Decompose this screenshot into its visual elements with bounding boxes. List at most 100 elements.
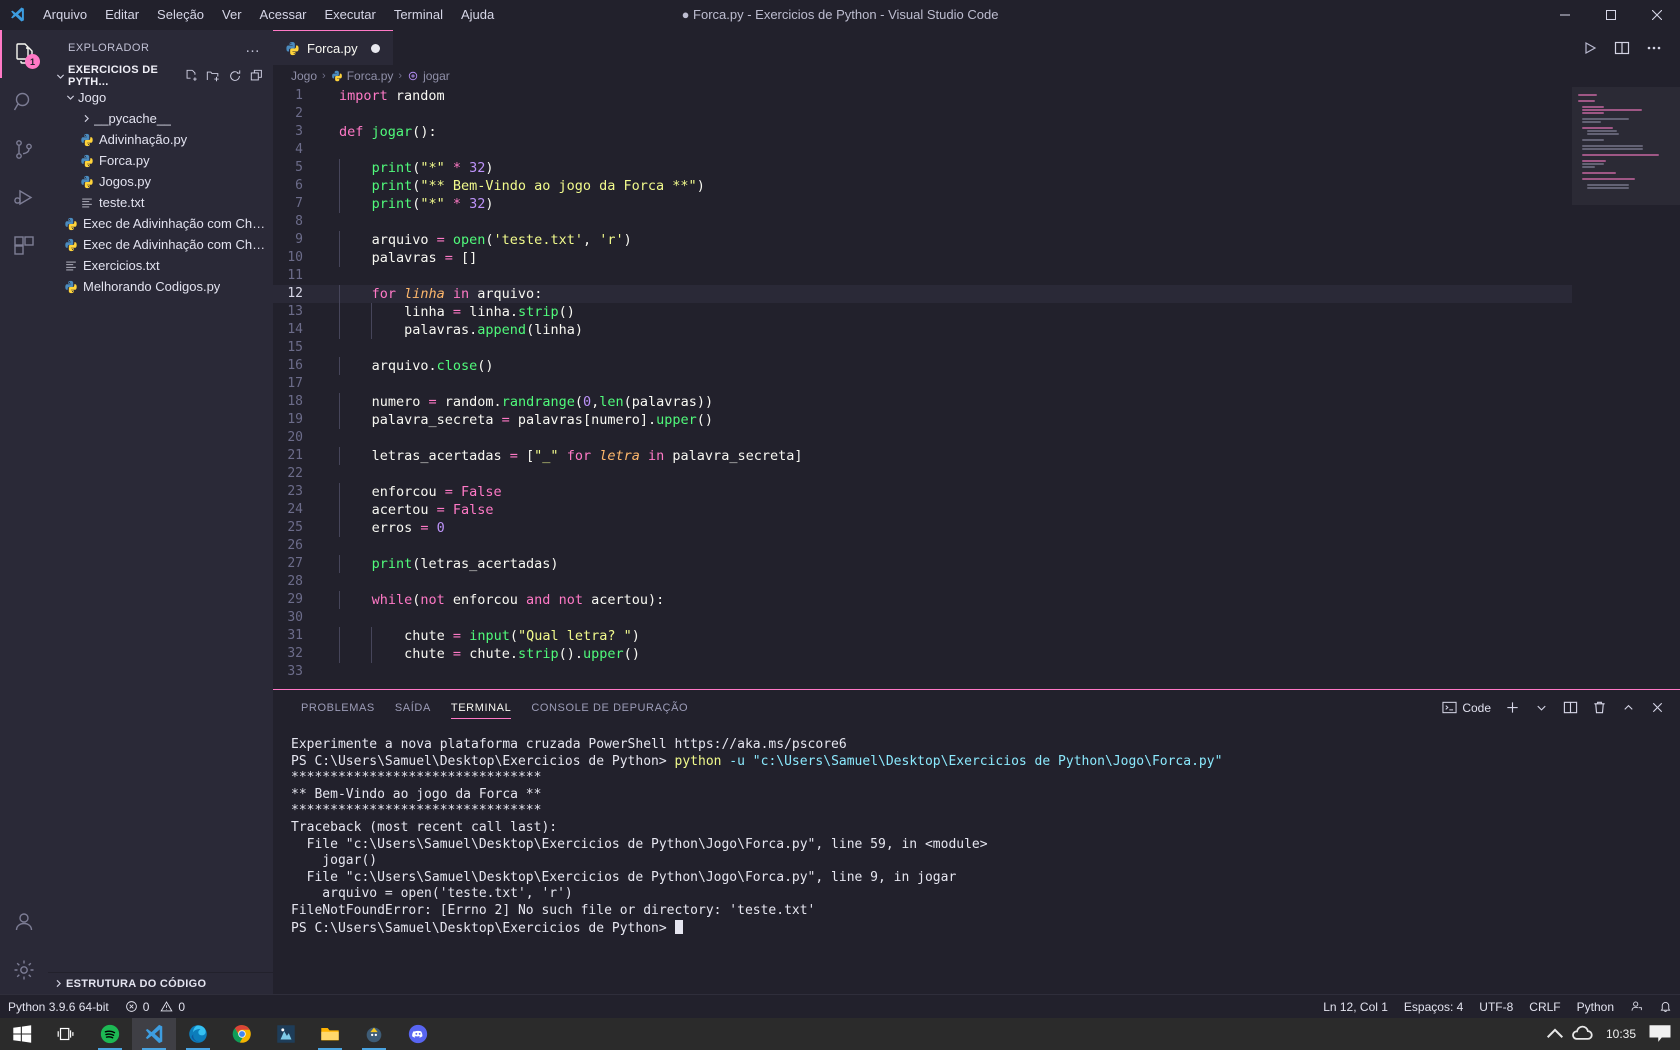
- split-terminal-icon[interactable]: [1557, 695, 1583, 721]
- maximize-panel-icon[interactable]: [1615, 695, 1641, 721]
- new-file-icon[interactable]: [181, 66, 201, 86]
- kill-terminal-icon[interactable]: [1586, 695, 1612, 721]
- code-text: acertou = False: [321, 501, 494, 519]
- status-encoding[interactable]: UTF-8: [1471, 995, 1521, 1019]
- panel-tab-console-depuracao[interactable]: CONSOLE DE DEPURAÇÃO: [521, 690, 698, 725]
- chevron-right-icon: [78, 111, 94, 127]
- panel-tab-terminal[interactable]: TERMINAL: [441, 690, 521, 725]
- code-editor[interactable]: 1 import random 2 3 def jogar(): 4 5 print("*"…: [273, 87, 1680, 689]
- outline-section-header[interactable]: ESTRUTURA DO CÓDIGO: [48, 972, 273, 994]
- start-button-windows-logo-icon[interactable]: [0, 1018, 44, 1050]
- tab-label: Forca.py: [307, 40, 358, 56]
- activitybar-run-debug[interactable]: [0, 174, 48, 222]
- minimap-slider[interactable]: [1572, 87, 1680, 205]
- tree-item-jogos-py[interactable]: Jogos.py: [48, 171, 273, 192]
- menu-ajuda[interactable]: Ajuda: [452, 0, 503, 30]
- status-indentation[interactable]: Espaços: 4: [1396, 995, 1471, 1019]
- taskbar-vscode-icon[interactable]: [132, 1018, 176, 1050]
- maximize-button[interactable]: [1588, 0, 1634, 30]
- activitybar-source-control[interactable]: [0, 126, 48, 174]
- tree-item-exec-adivinhacao-1[interactable]: Exec de Adivinhação com Chances...: [48, 213, 273, 234]
- minimize-button[interactable]: [1542, 0, 1588, 30]
- tree-item-jogo[interactable]: Jogo: [48, 87, 273, 108]
- terminal-output[interactable]: Experimente a nova plataforma cruzada Po…: [273, 725, 1680, 994]
- breadcrumb-forca-py[interactable]: Forca.py: [331, 69, 393, 83]
- status-feedback-icon[interactable]: [1622, 995, 1651, 1019]
- terminal-dropdown-icon[interactable]: [1528, 695, 1554, 721]
- terminal-line: PS C:\Users\Samuel\Desktop\Exercicios de…: [291, 753, 1223, 769]
- status-eol[interactable]: CRLF: [1521, 995, 1568, 1019]
- breadcrumb-jogo[interactable]: Jogo: [291, 69, 317, 83]
- status-notifications-bell-icon[interactable]: [1651, 995, 1680, 1019]
- tree-item-pycache[interactable]: __pycache__: [48, 108, 273, 129]
- terminal-line: ********************************: [291, 803, 542, 819]
- tree-item-melhorando-codigos-py[interactable]: Melhorando Codigos.py: [48, 276, 273, 297]
- taskbar-chrome-icon[interactable]: [220, 1018, 264, 1050]
- explorer-root-folder[interactable]: EXERCICIOS DE PYTH...: [48, 64, 273, 88]
- sidebar-more-icon[interactable]: …: [245, 39, 261, 56]
- status-python-version[interactable]: Python 3.9.6 64-bit: [0, 995, 117, 1019]
- activitybar-explorer[interactable]: 1: [0, 30, 48, 78]
- minimap[interactable]: [1572, 87, 1680, 689]
- split-editor-icon[interactable]: [1608, 34, 1636, 62]
- tray-chevron-up-icon[interactable]: [1542, 1018, 1568, 1050]
- taskbar-file-explorer-folder-icon[interactable]: [308, 1018, 352, 1050]
- notification-center-icon[interactable]: [1646, 1018, 1674, 1050]
- new-folder-icon[interactable]: [203, 66, 223, 86]
- taskbar-clock[interactable]: 10:35: [1596, 1018, 1646, 1050]
- run-python-file-icon[interactable]: [1576, 34, 1604, 62]
- new-terminal-icon[interactable]: [1499, 695, 1525, 721]
- menu-terminal[interactable]: Terminal: [385, 0, 452, 30]
- status-errors[interactable]: 0 0: [117, 995, 193, 1019]
- status-language-mode[interactable]: Python: [1569, 995, 1622, 1019]
- menu-acessar[interactable]: Acessar: [251, 0, 316, 30]
- tree-item-exec-adivinhacao-2[interactable]: Exec de Adivinhação com Chances...: [48, 234, 273, 255]
- tab-dirty-indicator[interactable]: [370, 43, 380, 53]
- tree-item-exercicios-txt[interactable]: Exercicios.txt: [48, 255, 273, 276]
- activitybar-settings-gear-icon[interactable]: [0, 946, 48, 994]
- activitybar-extensions[interactable]: [0, 222, 48, 270]
- tab-forca-py[interactable]: Forca.py: [273, 30, 393, 65]
- taskbar-spotify-icon[interactable]: [88, 1018, 132, 1050]
- status-warning-count: 0: [178, 999, 186, 1014]
- collapse-all-icon[interactable]: [247, 66, 267, 86]
- line-number: 31: [287, 628, 303, 643]
- close-button[interactable]: [1634, 0, 1680, 30]
- menu-editar[interactable]: Editar: [96, 0, 148, 30]
- taskbar-edge-icon[interactable]: [176, 1018, 220, 1050]
- tray-onedrive-icon[interactable]: [1570, 1018, 1596, 1050]
- file-tree: Jogo __pycache__ Adivinhação.py Forca.py…: [48, 87, 273, 297]
- refresh-icon[interactable]: [225, 66, 245, 86]
- taskbar-krita-icon[interactable]: [264, 1018, 308, 1050]
- breadcrumb-symbol-jogar[interactable]: jogar: [407, 69, 450, 83]
- taskbar-app-icon[interactable]: [352, 1018, 396, 1050]
- panel-tab-saida[interactable]: SAÍDA: [385, 690, 441, 725]
- more-actions-icon[interactable]: [1640, 34, 1668, 62]
- activitybar-search[interactable]: [0, 78, 48, 126]
- code-line: 18 numero = random.randrange(0,len(palav…: [273, 393, 1572, 411]
- line-number: 17: [287, 376, 303, 391]
- code-scroll-area[interactable]: 1 import random 2 3 def jogar(): 4 5 print("*"…: [273, 87, 1572, 689]
- task-view-icon[interactable]: [44, 1018, 88, 1050]
- terminal-selector[interactable]: Code: [1437, 700, 1496, 715]
- python-file-icon: [62, 238, 80, 252]
- status-cursor-position[interactable]: Ln 12, Col 1: [1315, 995, 1396, 1019]
- code-line: 2: [273, 105, 1572, 123]
- menu-arquivo[interactable]: Arquivo: [34, 0, 96, 30]
- indent-guide: [339, 555, 340, 573]
- menu-executar[interactable]: Executar: [316, 0, 385, 30]
- tree-item-adivinhacao-py[interactable]: Adivinhação.py: [48, 129, 273, 150]
- menu-ver[interactable]: Ver: [213, 0, 251, 30]
- warning-icon: [160, 1001, 173, 1012]
- tree-item-forca-py[interactable]: Forca.py: [48, 150, 273, 171]
- taskbar-discord-icon[interactable]: [396, 1018, 440, 1050]
- activitybar-accounts[interactable]: [0, 898, 48, 946]
- panel-tab-problemas[interactable]: PROBLEMAS: [291, 690, 385, 725]
- tree-item-label: Exec de Adivinhação com Chances...: [83, 216, 267, 231]
- tree-item-teste-txt[interactable]: teste.txt: [48, 192, 273, 213]
- editor-scrollbar[interactable]: [1666, 87, 1680, 689]
- close-panel-icon[interactable]: [1644, 695, 1670, 721]
- line-number: 10: [287, 250, 303, 265]
- menu-selecao[interactable]: Seleção: [148, 0, 213, 30]
